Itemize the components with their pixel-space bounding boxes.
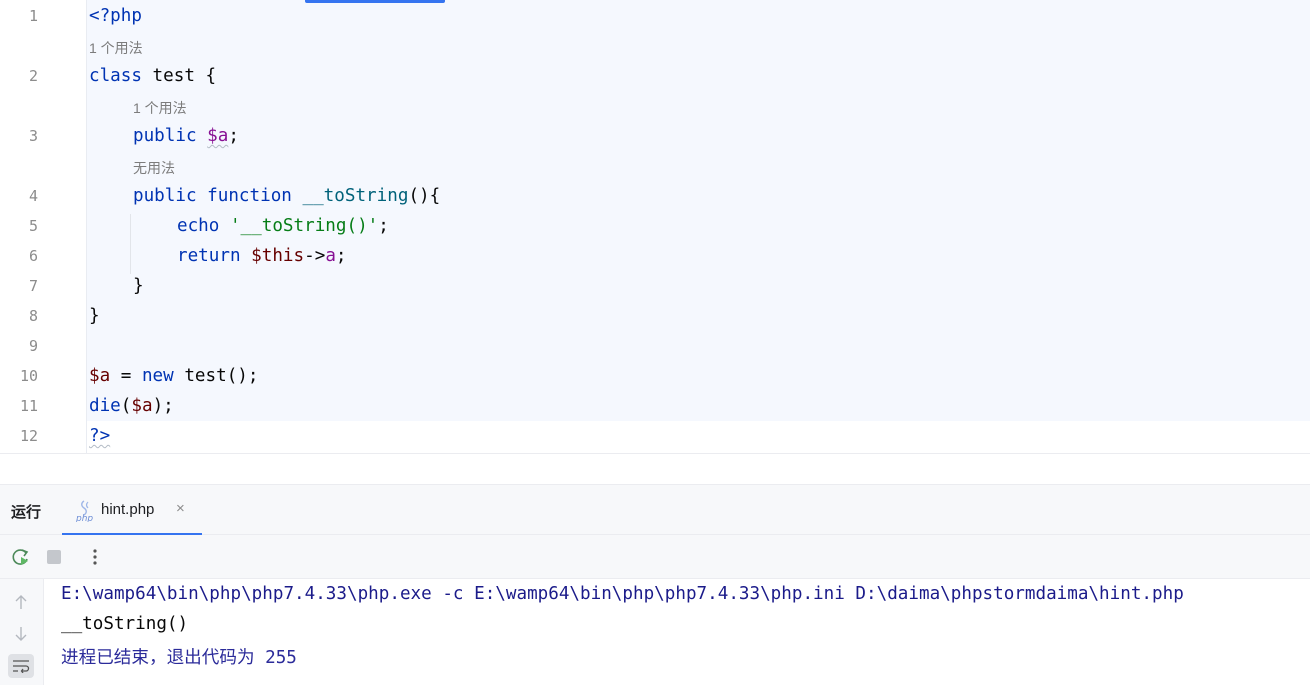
code-line-3[interactable]: 3 public $a; (0, 122, 1310, 152)
code-line-8[interactable]: 8 } (0, 302, 1310, 332)
scroll-down-icon[interactable] (8, 622, 34, 646)
line-number: 1 (28, 7, 38, 25)
method-name: __toString (302, 186, 409, 206)
echo-keyword: echo (177, 216, 220, 236)
semicolon: ; (228, 126, 239, 146)
class-keyword: class (89, 66, 142, 86)
closing-brace: } (89, 306, 100, 326)
usage-hint-row: 1 个用法 (0, 92, 1310, 122)
variable-a: $a (131, 396, 153, 416)
php-file-icon: php (75, 500, 96, 524)
line-number: 3 (28, 127, 38, 145)
line-number: 9 (28, 337, 38, 355)
editor-bottom-border (0, 453, 1310, 454)
line-number: 4 (28, 187, 38, 205)
property-a: $a (207, 126, 229, 146)
line-number: 6 (28, 247, 38, 265)
code-line-11[interactable]: 11 die($a); (0, 392, 1310, 422)
class-declaration: test { (141, 66, 217, 86)
console-exit-line: 进程已结束，退出代码为 255 (61, 648, 297, 668)
tab-label: hint.php (101, 501, 155, 518)
line-number: 12 (19, 427, 38, 445)
line-number: 11 (19, 397, 38, 415)
code-line-9[interactable]: 9 (0, 332, 1310, 362)
code-line-5[interactable]: 5 echo '__toString()'; (0, 212, 1310, 242)
variable-a: $a (89, 366, 111, 386)
console-output-line: __toString() (61, 614, 189, 634)
assign-operator: = (110, 366, 142, 386)
code-line-2[interactable]: 2 class test { (0, 62, 1310, 92)
open-paren: ( (120, 396, 132, 416)
return-keyword: return (177, 246, 241, 266)
line-number: 7 (28, 277, 38, 295)
arrow-operator: -> (304, 246, 326, 266)
soft-wrap-icon[interactable] (8, 654, 34, 678)
usage-hint-row: 1 个用法 (0, 32, 1310, 62)
line-number: 10 (19, 367, 38, 385)
line-number: 5 (28, 217, 38, 235)
line-number: 2 (28, 67, 38, 85)
run-window-title: 运行 (11, 504, 42, 521)
code-editor[interactable]: 1 <?php 1 个用法 2 class test { 1 个用法 3 pub… (0, 0, 1310, 454)
public-keyword: public (133, 126, 197, 146)
more-options-icon[interactable] (84, 546, 106, 568)
run-toolbar (0, 535, 1310, 579)
die-function: die (89, 396, 121, 416)
constructor-call: test(); (173, 366, 259, 386)
code-line-10[interactable]: 10 $a = new test(); (0, 362, 1310, 392)
svg-text:php: php (76, 514, 93, 522)
new-keyword: new (141, 366, 174, 386)
run-tool-window-header: 运行 php hint.php × (0, 484, 1310, 536)
rerun-icon[interactable] (10, 546, 32, 568)
public-keyword: public (133, 186, 197, 206)
string-literal: '__toString()' (229, 216, 379, 236)
code-line-12[interactable]: 12 ?> (0, 422, 1310, 452)
semicolon: ; (335, 246, 347, 266)
semicolon: ; (378, 216, 389, 236)
code-line-6[interactable]: 6 return $this->a; (0, 242, 1310, 272)
stop-icon[interactable] (43, 546, 65, 568)
close-paren: ); (152, 396, 174, 416)
usage-hint-row: 无用法 (0, 152, 1310, 182)
console-output[interactable]: E:\wamp64\bin\php\php7.4.33\php.exe -c E… (45, 579, 1310, 685)
run-tab-hint-php[interactable]: php hint.php × (62, 485, 202, 536)
console-side-toolbar (0, 579, 44, 685)
closing-brace: } (133, 276, 144, 296)
line-number: 8 (28, 307, 38, 325)
close-icon[interactable]: × (176, 500, 185, 517)
code-line-7[interactable]: 7 } (0, 272, 1310, 302)
this-variable: $this (251, 246, 305, 266)
code-line-1[interactable]: 1 <?php (0, 2, 1310, 32)
usage-hint[interactable]: 1 个用法 (89, 38, 143, 58)
usage-hint[interactable]: 无用法 (133, 158, 175, 178)
console-command-line: E:\wamp64\bin\php\php7.4.33\php.exe -c E… (61, 584, 1184, 604)
scroll-up-icon[interactable] (8, 590, 34, 614)
usage-hint[interactable]: 1 个用法 (133, 98, 187, 118)
property-access: a (325, 246, 336, 266)
method-parens: (){ (408, 186, 441, 206)
php-close-tag: ?> (89, 426, 111, 446)
php-open-tag: <?php (89, 6, 142, 26)
code-line-4[interactable]: 4 public function __toString(){ (0, 182, 1310, 212)
function-keyword: function (207, 186, 292, 206)
